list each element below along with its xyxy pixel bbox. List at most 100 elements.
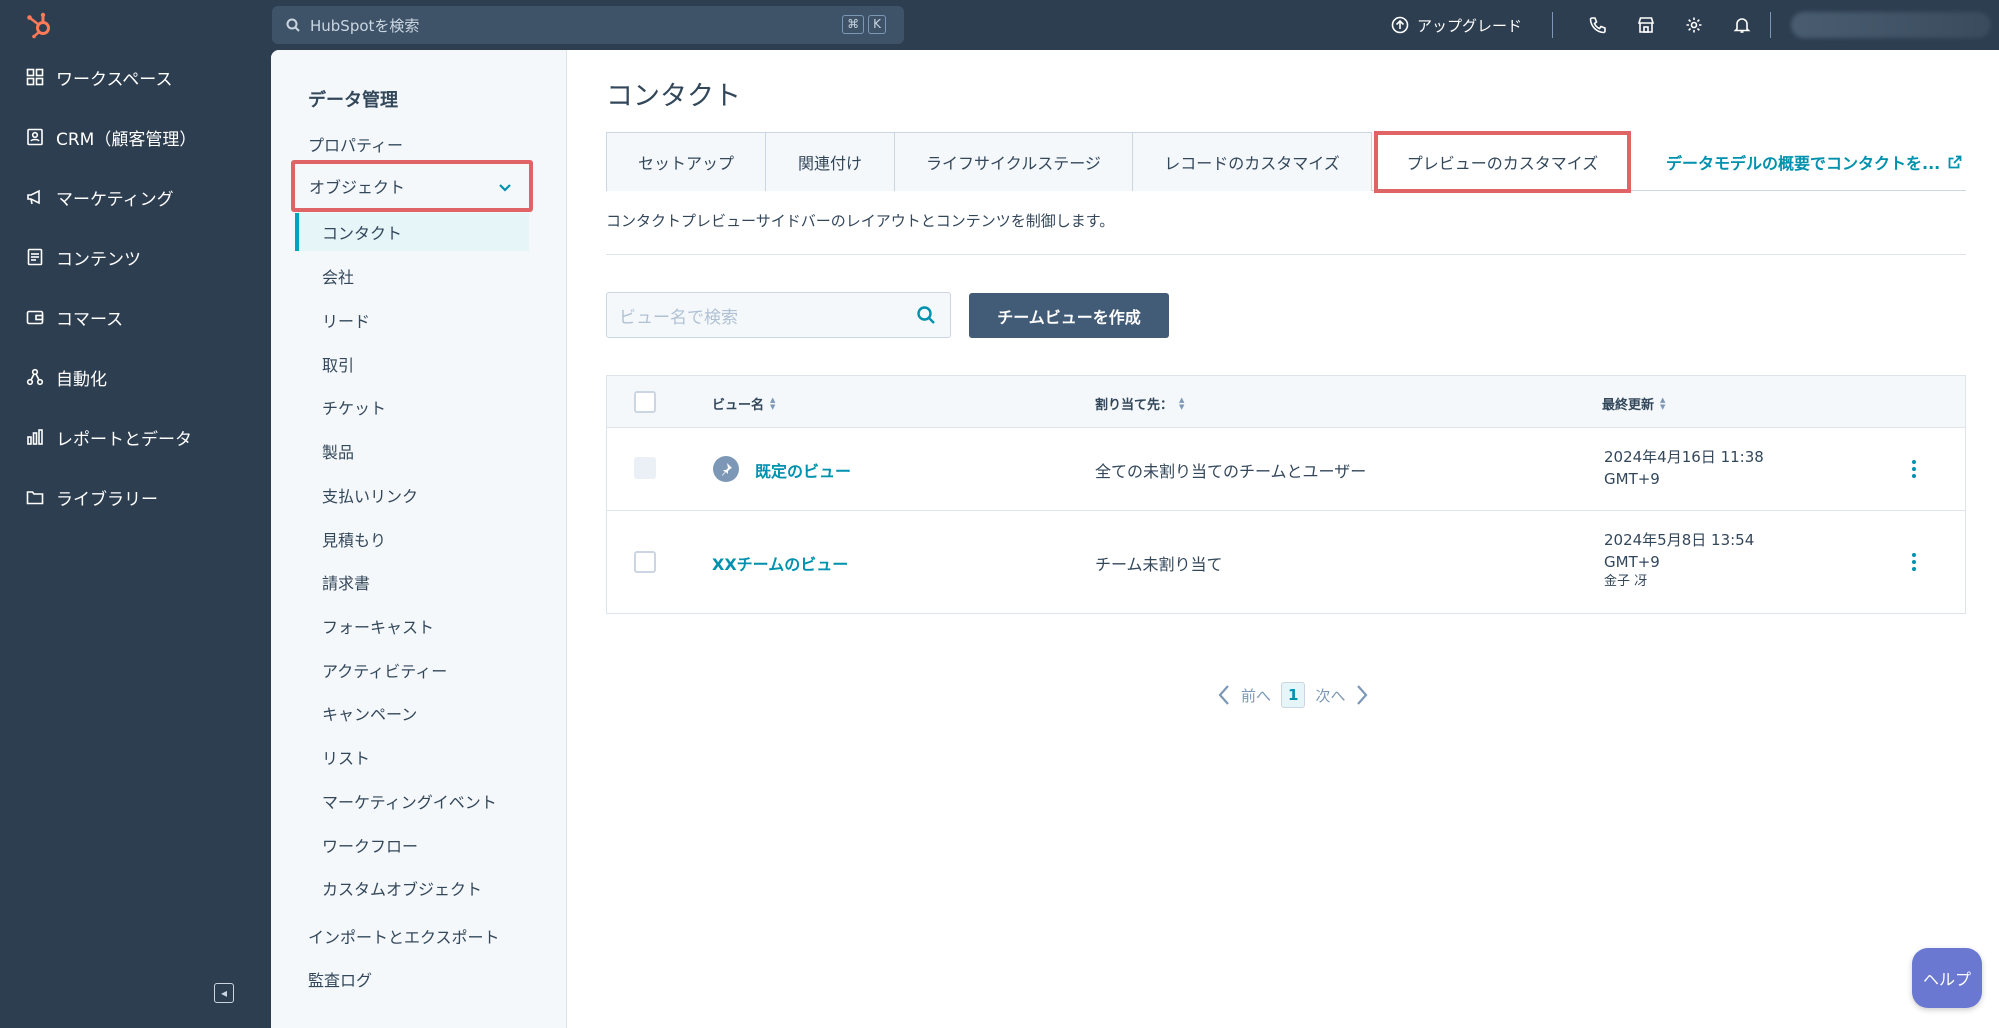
table-header: ビュー名 ▲ ▼ 割り当て先： ▲ ▼ 最終更新 ▲ ▼: [607, 376, 1965, 428]
settings-sub-item-lists[interactable]: リスト: [322, 745, 370, 769]
sort-icon: ▲ ▼: [1179, 395, 1185, 411]
upgrade-button[interactable]: アップグレード: [1391, 0, 1522, 50]
header-label: ビュー名: [712, 398, 765, 413]
nav-item-label: レポートとデータ: [56, 429, 192, 450]
settings-link-import-export[interactable]: インポートとエクスポート: [308, 924, 500, 948]
row-checkbox[interactable]: [634, 551, 656, 573]
nav-item-reports[interactable]: レポートとデータ: [26, 417, 192, 457]
tab-setup[interactable]: セットアップ: [606, 132, 766, 191]
settings-sub-item-marketing-events[interactable]: マーケティングイベント: [322, 789, 497, 813]
account-menu[interactable]: [1791, 12, 1991, 38]
updated-by-text: 金子 冴: [1604, 574, 1648, 589]
document-icon: [27, 248, 43, 266]
assigned-to-cell: 全ての未割り当てのチームとユーザー: [1095, 462, 1367, 481]
data-model-overview-link[interactable]: データモデルの概要でコンタクトを...: [1666, 132, 1962, 191]
settings-sub-item-custom-objects[interactable]: カスタムオブジェクト: [322, 876, 482, 900]
select-all-checkbox[interactable]: [634, 391, 656, 413]
page-description: コンタクトプレビューサイドバーのレイアウトとコンテンツを制御します。: [606, 212, 1115, 230]
tab-associations[interactable]: 関連付け: [765, 132, 895, 191]
settings-objects-toggle[interactable]: オブジェクト: [291, 160, 533, 212]
data-model-link-label: データモデルの概要でコンタクトを...: [1666, 153, 1941, 173]
page-number-1[interactable]: 1: [1281, 682, 1306, 708]
pagination: 前へ 1 次へ: [1217, 682, 1369, 708]
settings-sub-item-activities[interactable]: アクティビティー: [322, 658, 447, 682]
settings-sub-item-quotes[interactable]: 見積もり: [322, 527, 386, 551]
row-actions-menu-icon[interactable]: [1911, 553, 1917, 571]
topbar-divider: [1770, 12, 1771, 38]
table-row: XXチームのビュー チーム未割り当て 2024年5月8日 13:54 GMT+9…: [607, 511, 1965, 613]
objects-label: オブジェクト: [309, 178, 406, 197]
settings-link-properties[interactable]: プロパティー: [308, 132, 403, 156]
tab-preview-customization[interactable]: プレビューのカスタマイズ: [1374, 131, 1631, 193]
content-area: コンタクト セットアップ 関連付け ライフサイクルステージ レコードのカスタマイ…: [605, 50, 1975, 1028]
view-name-link[interactable]: XXチームのビュー: [712, 551, 848, 575]
last-updated-cell: 2024年5月8日 13:54 GMT+9 金子 冴: [1604, 529, 1754, 591]
megaphone-icon: [27, 189, 40, 205]
nav-item-crm[interactable]: CRM（顧客管理）: [26, 117, 196, 157]
keyboard-shortcut: ⌘ K: [842, 15, 886, 34]
hubspot-logo-icon[interactable]: [24, 10, 54, 40]
assigned-to-cell: チーム未割り当て: [1095, 555, 1223, 574]
nav-item-label: コンテンツ: [56, 249, 141, 270]
nav-item-label: 自動化: [56, 369, 107, 390]
next-page-button[interactable]: 次へ: [1315, 685, 1345, 706]
settings-sub-item-invoices[interactable]: 請求書: [322, 570, 370, 594]
settings-sub-item-deals[interactable]: 取引: [322, 352, 354, 376]
column-header-view-name[interactable]: ビュー名 ▲ ▼: [712, 394, 775, 413]
timezone-text: GMT+9: [1604, 470, 1660, 488]
column-header-assigned-to[interactable]: 割り当て先： ▲ ▼: [1095, 394, 1184, 413]
settings-sub-item-products[interactable]: 製品: [322, 439, 354, 463]
kbd-k: K: [868, 15, 886, 34]
marketplace-icon[interactable]: [1635, 14, 1657, 36]
nav-item-label: コマース: [56, 309, 124, 330]
nav-item-label: ワークスペース: [56, 69, 173, 90]
settings-section-title: データ管理: [308, 90, 398, 111]
collapse-sidebar-button[interactable]: ◂: [214, 983, 234, 1003]
view-name-link[interactable]: 既定のビュー: [755, 458, 851, 482]
help-button[interactable]: ヘルプ: [1912, 948, 1982, 1008]
settings-sub-item-forecast[interactable]: フォーキャスト: [322, 614, 434, 638]
nav-item-automation[interactable]: 自動化: [26, 357, 107, 397]
timezone-text: GMT+9: [1604, 553, 1660, 571]
tab-lifecycle-stages[interactable]: ライフサイクルステージ: [894, 132, 1133, 191]
search-placeholder: HubSpotを検索: [310, 16, 420, 35]
nav-item-library[interactable]: ライブラリー: [26, 477, 158, 517]
upgrade-arrow-icon: [1391, 16, 1409, 34]
external-link-icon: [1948, 155, 1962, 168]
pin-icon: [713, 456, 739, 482]
nav-item-label: マーケティング: [56, 189, 174, 210]
global-search-input[interactable]: HubSpotを検索 ⌘ K: [272, 6, 904, 44]
settings-sub-item-workflows[interactable]: ワークフロー: [322, 833, 418, 857]
nav-item-content[interactable]: コンテンツ: [26, 237, 141, 277]
settings-sub-item-tickets[interactable]: チケット: [322, 395, 386, 419]
prev-page-button[interactable]: 前へ: [1241, 685, 1271, 706]
chevron-right-icon[interactable]: [1355, 684, 1369, 706]
settings-sub-item-leads[interactable]: リード: [322, 308, 370, 332]
settings-sub-item-companies[interactable]: 会社: [322, 264, 354, 288]
settings-link-audit-log[interactable]: 監査ログ: [308, 967, 372, 991]
row-actions-menu-icon[interactable]: [1911, 460, 1917, 478]
column-header-last-updated[interactable]: 最終更新 ▲ ▼: [1602, 394, 1665, 413]
notification-bell-icon[interactable]: [1731, 14, 1753, 36]
top-bar: HubSpotを検索 ⌘ K アップグレード: [271, 0, 1999, 50]
nav-item-label: ライブラリー: [56, 489, 158, 510]
tab-record-customization[interactable]: レコードのカスタマイズ: [1132, 132, 1372, 191]
header-label: 最終更新: [1602, 398, 1655, 413]
nav-item-workspace[interactable]: ワークスペース: [26, 57, 172, 97]
nav-item-marketing[interactable]: マーケティング: [26, 177, 174, 217]
create-team-view-button[interactable]: チームビューを作成: [969, 293, 1169, 338]
contact-card-icon: [27, 128, 43, 146]
chevron-left-icon[interactable]: [1217, 684, 1231, 706]
nav-item-label: CRM（顧客管理）: [56, 129, 197, 150]
phone-icon[interactable]: [1587, 14, 1609, 36]
nav-item-commerce[interactable]: コマース: [26, 297, 123, 337]
settings-sub-item-campaigns[interactable]: キャンペーン: [322, 701, 417, 725]
tab-bar: セットアップ 関連付け ライフサイクルステージ レコードのカスタマイズ プレビュ…: [606, 131, 1966, 193]
left-nav: ワークスペース CRM（顧客管理） マーケティング コンテンツ コマース 自動化…: [0, 0, 271, 1028]
page-title: コンタクト: [606, 81, 741, 112]
settings-gear-icon[interactable]: [1683, 14, 1705, 36]
settings-sub-item-contacts[interactable]: コンタクト: [322, 220, 402, 244]
settings-sub-item-payment-links[interactable]: 支払いリンク: [322, 483, 418, 507]
view-search-input[interactable]: ビュー名で検索: [606, 292, 951, 338]
view-search-placeholder: ビュー名で検索: [619, 307, 738, 328]
